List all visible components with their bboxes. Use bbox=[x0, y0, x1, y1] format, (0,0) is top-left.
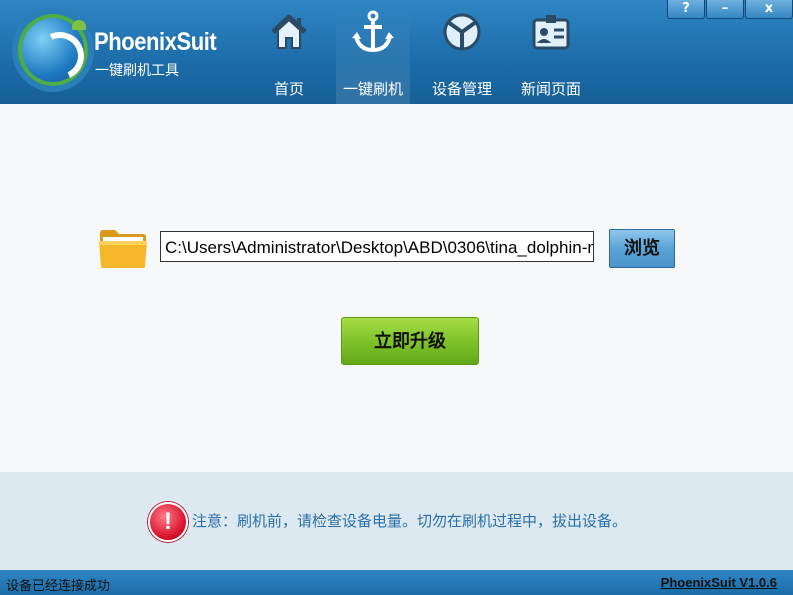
notice-text: 注意：刷机前，请检查设备电量。切勿在刷机过程中，拔出设备。 bbox=[192, 512, 628, 530]
phoenixsuit-logo-icon bbox=[18, 14, 91, 87]
version-link[interactable]: PhoenixSuit V1.0.6 bbox=[661, 575, 777, 590]
news-card-icon bbox=[532, 15, 570, 50]
nav-device-manager-label: 设备管理 bbox=[431, 80, 492, 98]
warning-icon: ! bbox=[148, 502, 188, 542]
help-button[interactable]: ? bbox=[667, 0, 705, 19]
minimize-button[interactable]: – bbox=[706, 0, 744, 19]
nav-news-page-label: 新闻页面 bbox=[520, 80, 581, 98]
anchor-icon bbox=[352, 10, 394, 53]
title-bar: PhoenixSuit 一键刷机工具 首页 一键刷机 设备管理 新闻页面 ? –… bbox=[0, 0, 793, 104]
nav-one-key-flash-label: 一键刷机 bbox=[342, 80, 403, 98]
nav-home-label: 首页 bbox=[273, 80, 304, 98]
window-controls: ? – x bbox=[666, 0, 793, 20]
folder-icon bbox=[99, 230, 147, 268]
nav-device-manager[interactable]: 设备管理 bbox=[428, 8, 496, 104]
close-button[interactable]: x bbox=[745, 0, 793, 19]
app-subtitle: 一键刷机工具 bbox=[95, 63, 179, 79]
status-bar: 设备已经连接成功 PhoenixSuit V1.0.6 bbox=[0, 570, 793, 595]
app-name: PhoenixSuit bbox=[94, 28, 217, 56]
nav-home[interactable]: 首页 bbox=[262, 8, 316, 104]
browse-button[interactable]: 浏览 bbox=[609, 229, 675, 268]
upgrade-now-button[interactable]: 立即升级 bbox=[341, 317, 479, 365]
device-manager-icon bbox=[443, 13, 481, 51]
connection-status: 设备已经连接成功 bbox=[6, 579, 111, 594]
nav-one-key-flash[interactable]: 一键刷机 bbox=[336, 8, 410, 104]
firmware-path-field[interactable]: C:\Users\Administrator\Desktop\ABD\0306\… bbox=[160, 231, 594, 262]
nav-news-page[interactable]: 新闻页面 bbox=[516, 8, 586, 104]
home-icon bbox=[271, 14, 307, 49]
